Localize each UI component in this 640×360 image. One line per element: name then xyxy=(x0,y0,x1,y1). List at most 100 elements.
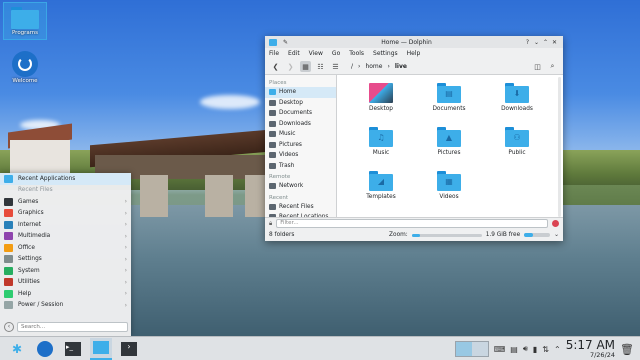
places-item-pictures[interactable]: Pictures xyxy=(265,140,336,151)
music-icon xyxy=(269,131,276,138)
desktop-icon-programs[interactable]: Programs xyxy=(3,2,47,40)
places-item-trash[interactable]: Trash xyxy=(265,161,336,172)
launcher-item-internet[interactable]: Internet › xyxy=(0,219,131,231)
file-item-templates[interactable]: ◢ Templates xyxy=(347,169,415,209)
menu-file[interactable]: File xyxy=(269,50,279,57)
desktop-icon-welcome[interactable]: Welcome xyxy=(3,48,47,88)
breadcrumb-root[interactable]: / xyxy=(351,63,353,70)
category-icon xyxy=(4,209,13,218)
maximize-button[interactable]: ⌃ xyxy=(541,39,550,46)
pin-icon[interactable]: ✎ xyxy=(281,39,290,46)
file-item-videos[interactable]: ▦ Videos xyxy=(415,169,483,209)
places-item-downloads[interactable]: Downloads xyxy=(265,119,336,130)
window-body: Places Home Desktop Documents Downloads … xyxy=(265,75,563,221)
menu-view[interactable]: View xyxy=(309,50,323,57)
file-item-documents[interactable]: ▤ Documents xyxy=(415,81,483,121)
minimize-button[interactable]: ⌄ xyxy=(532,39,541,46)
trash-icon[interactable]: 🗑︎ xyxy=(620,343,634,356)
battery-icon[interactable]: ▮ xyxy=(533,345,537,354)
file-name: Downloads xyxy=(501,106,533,112)
vertical-scrollbar[interactable] xyxy=(558,77,561,217)
launcher-item-games[interactable]: Games › xyxy=(0,196,131,208)
filter-bar: 🔒︎ Filter... xyxy=(265,217,563,229)
icons-view-icon[interactable]: ▦ xyxy=(300,61,311,72)
dolphin-app-icon[interactable] xyxy=(269,38,277,46)
details-view-icon[interactable]: ☰ xyxy=(330,61,341,72)
file-item-desktop[interactable]: Desktop xyxy=(347,81,415,121)
menu-help[interactable]: Help xyxy=(407,50,421,57)
places-item-network[interactable]: Network xyxy=(265,181,336,192)
music-folder-icon: ♫ xyxy=(369,127,393,147)
file-view[interactable]: Desktop ▤ Documents ⬇ Downloads ♫ Music … xyxy=(337,75,563,217)
volume-icon[interactable]: 🔊︎ xyxy=(523,344,528,354)
launcher-search-bar: ‹ Search... xyxy=(4,321,128,333)
zoom-slider[interactable] xyxy=(411,233,482,237)
chevron-down-icon[interactable]: ⌄ xyxy=(554,232,559,238)
breadcrumb-home[interactable]: home xyxy=(365,63,382,70)
network-icon[interactable]: ⇅ xyxy=(542,345,549,354)
taskbar-terminal[interactable]: › xyxy=(118,338,140,360)
virtual-desktop-pager[interactable] xyxy=(454,341,489,357)
launcher-item-power-session[interactable]: Power / Session › xyxy=(0,300,131,312)
file-item-downloads[interactable]: ⬇ Downloads xyxy=(483,81,551,121)
places-section-title: Remote xyxy=(269,174,291,180)
file-item-pictures[interactable]: ▲ Pictures xyxy=(415,125,483,165)
help-button[interactable]: ? xyxy=(523,39,532,46)
launcher-item-settings[interactable]: Settings › xyxy=(0,254,131,266)
launcher-item-multimedia[interactable]: Multimedia › xyxy=(0,231,131,243)
expand-tray-icon[interactable]: ⌃ xyxy=(554,345,561,354)
launcher-item-system[interactable]: System › xyxy=(0,265,131,277)
places-item-videos[interactable]: Videos xyxy=(265,150,336,161)
category-icon xyxy=(4,266,13,275)
launcher-item-utilities[interactable]: Utilities › xyxy=(0,277,131,289)
back-icon[interactable]: ❮ xyxy=(270,61,281,72)
bridge-pier xyxy=(205,175,233,217)
launcher-item-graphics[interactable]: Graphics › xyxy=(0,208,131,220)
launcher-item-recent-applications[interactable]: Recent Applications xyxy=(0,173,131,185)
menu-go[interactable]: Go xyxy=(332,50,340,57)
launcher-item-help[interactable]: Help › xyxy=(0,288,131,300)
file-item-public[interactable]: ⚇ Public xyxy=(483,125,551,165)
free-space: 1.9 GiB free xyxy=(485,232,521,238)
forward-icon[interactable]: ❯ xyxy=(285,61,296,72)
breadcrumb-live[interactable]: live xyxy=(395,63,407,70)
menu-settings[interactable]: Settings xyxy=(373,50,398,57)
launcher-item-recent-files[interactable]: Recent Files xyxy=(0,185,131,197)
application-launcher-button[interactable]: ✱ xyxy=(6,338,28,360)
menu-edit[interactable]: Edit xyxy=(288,50,300,57)
launcher-search-input[interactable]: Search... xyxy=(17,322,128,332)
videos-icon xyxy=(269,152,276,159)
taskbar-welcome[interactable] xyxy=(34,338,56,360)
close-filter-icon[interactable] xyxy=(552,220,559,227)
desktop-icon-label: Programs xyxy=(11,30,39,36)
places-item-label: Network xyxy=(279,183,304,190)
file-item-music[interactable]: ♫ Music xyxy=(347,125,415,165)
filter-input[interactable]: Filter... xyxy=(276,219,548,228)
lock-icon[interactable]: 🔒︎ xyxy=(269,220,272,228)
taskbar-konsole[interactable]: ▸_ xyxy=(62,338,84,360)
places-item-label: Trash xyxy=(279,162,295,169)
desktop-folder-icon xyxy=(369,83,393,103)
places-item-desktop[interactable]: Desktop xyxy=(265,98,336,109)
application-launcher: Recent Applications Recent Files Games › Gra… xyxy=(0,173,131,336)
close-button[interactable]: ✕ xyxy=(550,39,559,46)
file-name: Videos xyxy=(439,194,459,200)
keyboard-icon[interactable]: ⌨ xyxy=(494,345,506,354)
back-arrow-icon[interactable]: ‹ xyxy=(4,322,14,332)
title-bar[interactable]: ✎ Home — Dolphin ? ⌄ ⌃ ✕ xyxy=(265,36,563,48)
places-item-music[interactable]: Music xyxy=(265,129,336,140)
compact-view-icon[interactable]: ☷ xyxy=(315,61,326,72)
split-view-icon[interactable]: ◫ xyxy=(532,61,543,72)
taskbar-dolphin[interactable] xyxy=(90,337,112,360)
search-icon[interactable]: ⌕ xyxy=(547,61,558,72)
menu-tools[interactable]: Tools xyxy=(349,50,364,57)
places-item-recent-files[interactable]: Recent Files xyxy=(265,202,336,213)
recent-files-icon xyxy=(269,203,276,210)
clipboard-icon[interactable]: ▤ xyxy=(510,345,518,354)
digital-clock[interactable]: 5:17 AM 7/26/24 xyxy=(566,339,615,359)
file-name: Public xyxy=(508,150,526,156)
launcher-item-office[interactable]: Office › xyxy=(0,242,131,254)
places-item-label: Downloads xyxy=(279,120,311,127)
places-item-home[interactable]: Home xyxy=(265,87,336,98)
places-item-documents[interactable]: Documents xyxy=(265,108,336,119)
